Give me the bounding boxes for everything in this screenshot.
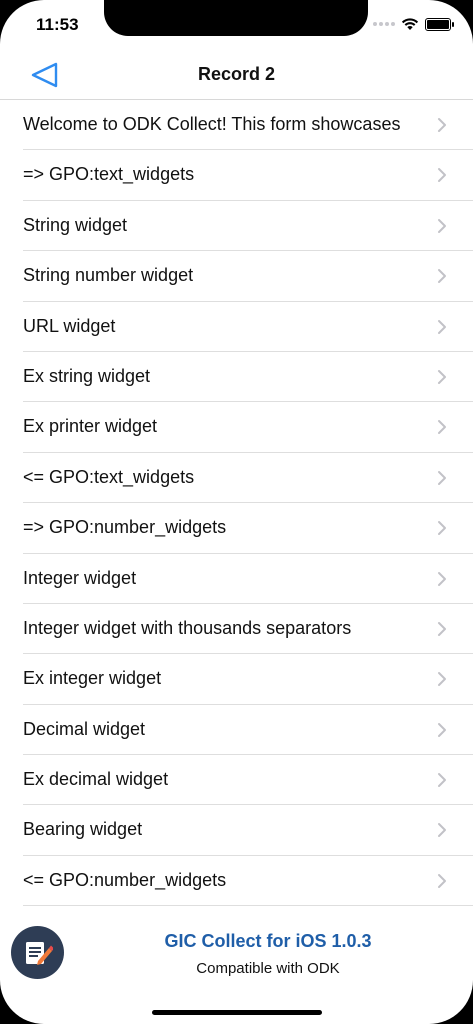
list-item-label: Ex string widget bbox=[23, 365, 151, 386]
list-item-label: Integer widget with thousands separators bbox=[23, 617, 352, 638]
list-item[interactable]: <= GPO:text_widgets bbox=[0, 453, 473, 504]
list-item[interactable]: String widget bbox=[0, 201, 473, 252]
chevron-right-icon bbox=[438, 319, 446, 334]
chevron-right-icon bbox=[438, 722, 446, 737]
navigation-bar: Record 2 bbox=[0, 50, 473, 100]
chevron-right-icon bbox=[438, 118, 446, 132]
list-item[interactable]: Welcome to ODK Collect! This form showca… bbox=[0, 100, 473, 151]
chevron-right-icon bbox=[438, 621, 446, 636]
signal-icon bbox=[373, 22, 395, 26]
chevron-right-icon bbox=[438, 773, 446, 788]
phone-screen: 11:53 Record 2 Welcome to ODK Collect! T… bbox=[0, 0, 473, 1024]
list-item-label: Ex integer widget bbox=[23, 668, 162, 689]
chevron-right-icon bbox=[438, 269, 446, 284]
form-edit-icon bbox=[25, 941, 53, 965]
app-icon-button[interactable] bbox=[11, 926, 64, 979]
question-list: Welcome to ODK Collect! This form showca… bbox=[0, 100, 473, 907]
list-item[interactable]: => GPO:number_widgets bbox=[0, 503, 473, 554]
chevron-right-icon bbox=[438, 470, 446, 485]
chevron-right-icon bbox=[438, 420, 446, 435]
list-item[interactable]: Decimal widget bbox=[0, 705, 473, 756]
chevron-right-icon bbox=[438, 168, 446, 183]
chevron-right-icon bbox=[438, 571, 446, 586]
chevron-right-icon bbox=[438, 369, 446, 384]
list-item-label: <= GPO:number_widgets bbox=[23, 869, 227, 890]
chevron-right-icon bbox=[438, 672, 446, 687]
list-item[interactable]: Ex printer widget bbox=[0, 402, 473, 454]
list-item[interactable]: => GPO:text_widgets bbox=[0, 150, 473, 202]
page-title: Record 2 bbox=[197, 64, 276, 84]
list-item[interactable]: Integer widget with thousands separators bbox=[0, 604, 473, 655]
app-version-title: GIC Collect for iOS 1.0.3 bbox=[164, 931, 372, 951]
list-item-label: URL widget bbox=[23, 315, 116, 336]
chevron-right-icon bbox=[438, 218, 446, 233]
list-item[interactable]: URL widget bbox=[0, 302, 473, 353]
home-indicator[interactable] bbox=[152, 1010, 322, 1015]
status-time: 11:53 bbox=[36, 15, 79, 34]
list-item-label: Integer widget bbox=[23, 567, 137, 588]
device-notch bbox=[104, 0, 368, 36]
list-item-label: String number widget bbox=[23, 265, 194, 286]
list-item[interactable]: Bearing widget bbox=[0, 805, 473, 857]
list-item-label: <= GPO:text_widgets bbox=[23, 466, 195, 487]
list-item[interactable]: Ex string widget bbox=[0, 352, 473, 403]
battery-icon bbox=[425, 17, 454, 31]
list-item[interactable]: Integer widget bbox=[0, 554, 473, 605]
wifi-icon bbox=[401, 18, 419, 30]
list-item-label: => GPO:number_widgets bbox=[23, 517, 227, 538]
chevron-right-icon bbox=[438, 823, 446, 838]
compatibility-note: Compatible with ODK bbox=[196, 960, 340, 977]
list-item-label: Bearing widget bbox=[23, 819, 143, 840]
list-item[interactable]: Ex integer widget bbox=[0, 654, 473, 706]
chevron-right-icon bbox=[438, 873, 446, 888]
list-item-label: Ex printer widget bbox=[23, 416, 158, 437]
list-item[interactable]: Ex decimal widget bbox=[0, 755, 473, 806]
list-item-label: => GPO:text_widgets bbox=[23, 164, 195, 185]
list-item[interactable]: String number widget bbox=[0, 251, 473, 302]
list-item-label: Ex decimal widget bbox=[23, 769, 169, 790]
list-item-label: String widget bbox=[23, 214, 128, 235]
status-indicators bbox=[373, 17, 454, 31]
list-item-label: Decimal widget bbox=[23, 718, 146, 739]
chevron-right-icon bbox=[438, 521, 446, 536]
list-item[interactable]: <= GPO:number_widgets bbox=[0, 856, 473, 907]
footer: GIC Collect for iOS 1.0.3 Compatible wit… bbox=[0, 905, 473, 1024]
list-item-label: Welcome to ODK Collect! This form showca… bbox=[23, 114, 401, 134]
